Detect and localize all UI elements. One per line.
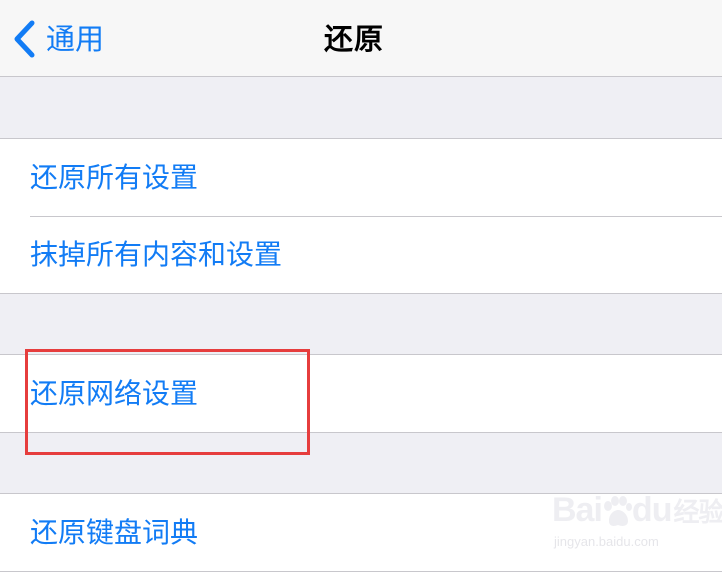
settings-group-keyboard: 还原键盘词典 [0,493,722,572]
reset-keyboard-dictionary-label: 还原键盘词典 [30,516,199,549]
reset-keyboard-dictionary-cell[interactable]: 还原键盘词典 [0,494,722,571]
erase-all-content-label: 抹掉所有内容和设置 [30,238,283,271]
reset-all-settings-cell[interactable]: 还原所有设置 [0,139,722,216]
reset-all-settings-label: 还原所有设置 [30,161,199,194]
erase-all-content-cell[interactable]: 抹掉所有内容和设置 [0,216,722,293]
reset-network-settings-label: 还原网络设置 [30,377,199,410]
reset-network-settings-cell[interactable]: 还原网络设置 [0,355,722,432]
settings-group-reset: 还原所有设置 抹掉所有内容和设置 [0,138,722,294]
navigation-bar: 通用 还原 [0,0,722,77]
page-title: 还原 [323,22,384,56]
settings-group-network: 还原网络设置 [0,354,722,433]
